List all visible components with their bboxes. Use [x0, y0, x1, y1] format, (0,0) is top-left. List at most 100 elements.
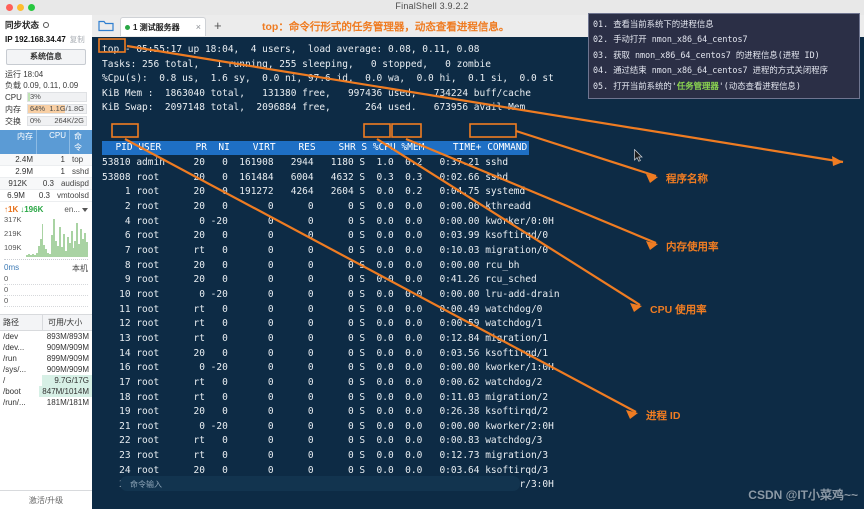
cpu-meter-percent: 3%: [30, 93, 41, 101]
tab-close-icon[interactable]: ×: [196, 22, 201, 32]
memory-meter-percent: 64%: [30, 105, 45, 113]
disk-row[interactable]: /boot847M/1014M: [0, 386, 92, 397]
cell-mem: 2.9M: [0, 166, 36, 177]
disk-path: /run/...: [0, 397, 42, 408]
connected-status-icon: [125, 25, 130, 30]
cell-command: vmtoolsd: [53, 190, 92, 201]
col-command[interactable]: 命令: [69, 130, 92, 154]
network-graph: 317K 219K 109K: [4, 215, 88, 260]
load-average-text: 负载 0.09, 0.11, 0.09: [0, 80, 92, 91]
cell-cpu: 0.3: [30, 178, 57, 189]
col-cpu[interactable]: CPU: [36, 130, 69, 154]
note-number: 02.: [593, 34, 608, 44]
upload-rate: ↑1K: [4, 205, 18, 214]
copy-ip-button[interactable]: 复制: [70, 34, 85, 45]
disk-usage: 181M/181M: [42, 397, 92, 408]
process-table-rows: 53810 admin 20 0 161908 2944 1180 S 1.0 …: [102, 156, 560, 493]
sidebar-process-rows: 2.4M1top2.9M1sshd912K0.3audispd6.9M0.3vm…: [0, 154, 92, 202]
activate-upgrade-link[interactable]: 激活/升级: [29, 495, 63, 506]
disk-path: /sys/...: [0, 364, 42, 375]
disk-row[interactable]: /run899M/909M: [0, 353, 92, 364]
latency-line: 0: [4, 296, 88, 307]
disk-usage: 847M/1014M: [39, 386, 92, 397]
cell-mem: 2.4M: [0, 154, 36, 165]
disk-row[interactable]: /run/...181M/181M: [0, 397, 92, 408]
process-table-header: PID USER PR NI VIRT RES SHR S %CPU %MEM …: [102, 141, 529, 155]
cell-mem: 912K: [0, 178, 30, 189]
disk-row[interactable]: /sys/...909M/909M: [0, 364, 92, 375]
note-number: 05.: [593, 81, 608, 91]
annotation-top-title: top：命令行形式的任务管理器，动态查看进程信息。: [262, 19, 509, 34]
cell-command: sshd: [68, 166, 92, 177]
swap-meter-label: 交换: [5, 116, 24, 127]
download-rate: ↓196K: [20, 205, 43, 214]
cell-command: audispd: [57, 178, 92, 189]
memory-meter-label: 内存: [5, 104, 24, 115]
disk-table-header[interactable]: 路径 可用/大小: [0, 314, 92, 331]
network-graph-plot: [26, 217, 88, 257]
disk-path: /boot: [0, 386, 39, 397]
latency-host: 本机: [72, 263, 88, 274]
note-text: 通过结束 nmon_x86_64_centos7 进程的方式关闭程序: [613, 65, 828, 75]
memory-meter-row: 内存 64% 1.1G/1.8G: [0, 103, 92, 115]
sync-status[interactable]: 同步状态: [0, 15, 92, 33]
graph-y-mid: 219K: [4, 229, 22, 238]
gear-icon[interactable]: [43, 22, 49, 28]
new-tab-button[interactable]: +: [214, 19, 222, 32]
col-available-size[interactable]: 可用/大小: [42, 315, 92, 330]
note-text-highlight: 任务管理器: [677, 81, 719, 91]
cell-cpu: 0.3: [28, 190, 53, 201]
sidebar-footer[interactable]: 激活/升级: [0, 490, 92, 509]
note-text: 手动打开 nmon_x86_64_centos7: [613, 34, 747, 44]
col-path[interactable]: 路径: [0, 315, 42, 330]
command-input[interactable]: 命令输入: [120, 476, 520, 491]
disk-row[interactable]: /dev893M/893M: [0, 331, 92, 342]
latency-line: 0: [4, 285, 88, 296]
sidebar-process-table-header[interactable]: 内存 CPU 命令: [0, 130, 92, 154]
network-rate-row: ↑1K ↓196K en...: [0, 202, 92, 215]
sidebar-process-row[interactable]: 2.9M1sshd: [0, 166, 92, 178]
note-item-3: 03. 获取 nmon_x86_64_centos7 的进程信息(进程 ID): [593, 48, 855, 63]
sidebar-process-row[interactable]: 912K0.3audispd: [0, 178, 92, 190]
sync-status-label: 同步状态: [5, 19, 39, 31]
tab-label: 1 测试服务器: [133, 22, 180, 33]
disk-row[interactable]: /dev...909M/909M: [0, 342, 92, 353]
swap-meter-percent: 0%: [30, 117, 41, 125]
finalshell-window: FinalShell 3.9.2.2 同步状态 IP 192.168.34.47…: [0, 0, 864, 509]
col-mem[interactable]: 内存: [0, 130, 36, 154]
note-text: 获取 nmon_x86_64_centos7 的进程信息(进程 ID): [613, 50, 819, 60]
terminal[interactable]: top - 05:55:17 up 18:04, 4 users, load a…: [92, 37, 864, 509]
latency-value: 0: [4, 274, 8, 283]
system-info-button[interactable]: 系统信息: [6, 49, 86, 65]
watermark: CSDN @IT小菜鸡~~: [748, 486, 858, 503]
callout-program-name: 程序名称: [666, 171, 708, 186]
cell-command: top: [68, 154, 92, 165]
note-number: 01.: [593, 19, 608, 29]
disk-usage: 9.7G/17G: [42, 375, 92, 386]
latency-line: 0: [4, 274, 88, 285]
disk-row[interactable]: /9.7G/17G: [0, 375, 92, 386]
note-text-pre: 打开当前系统的': [613, 81, 677, 91]
folder-icon[interactable]: [98, 19, 114, 32]
interface-name: en...: [64, 205, 80, 214]
latency-graph: 0 0 0: [4, 274, 88, 314]
sidebar-process-row[interactable]: 2.4M1top: [0, 154, 92, 166]
disk-path: /run: [0, 353, 42, 364]
interface-select[interactable]: en...: [64, 205, 88, 214]
disk-path: /dev: [0, 331, 42, 342]
sidebar-process-row[interactable]: 6.9M0.3vmtoolsd: [0, 190, 92, 202]
cell-cpu: 1: [36, 166, 68, 177]
callout-process-id: 进程 ID: [646, 408, 680, 423]
chevron-down-icon[interactable]: [82, 208, 88, 212]
disk-usage: 899M/909M: [42, 353, 92, 364]
mouse-cursor-icon: [634, 149, 643, 162]
tab-test-server[interactable]: 1 测试服务器 ×: [120, 17, 206, 36]
note-text-post: '(动态查看进程信息): [719, 81, 801, 91]
swap-meter-detail: 264K/2G: [54, 117, 84, 125]
cpu-meter-label: CPU: [5, 93, 24, 102]
uptime-text: 运行 18:04: [0, 69, 92, 80]
graph-y-bottom: 109K: [4, 243, 22, 252]
cpu-meter-row: CPU 3%: [0, 91, 92, 103]
disk-path: /dev...: [0, 342, 42, 353]
top-summary-text: top - 05:55:17 up 18:04, 4 users, load a…: [102, 43, 554, 116]
